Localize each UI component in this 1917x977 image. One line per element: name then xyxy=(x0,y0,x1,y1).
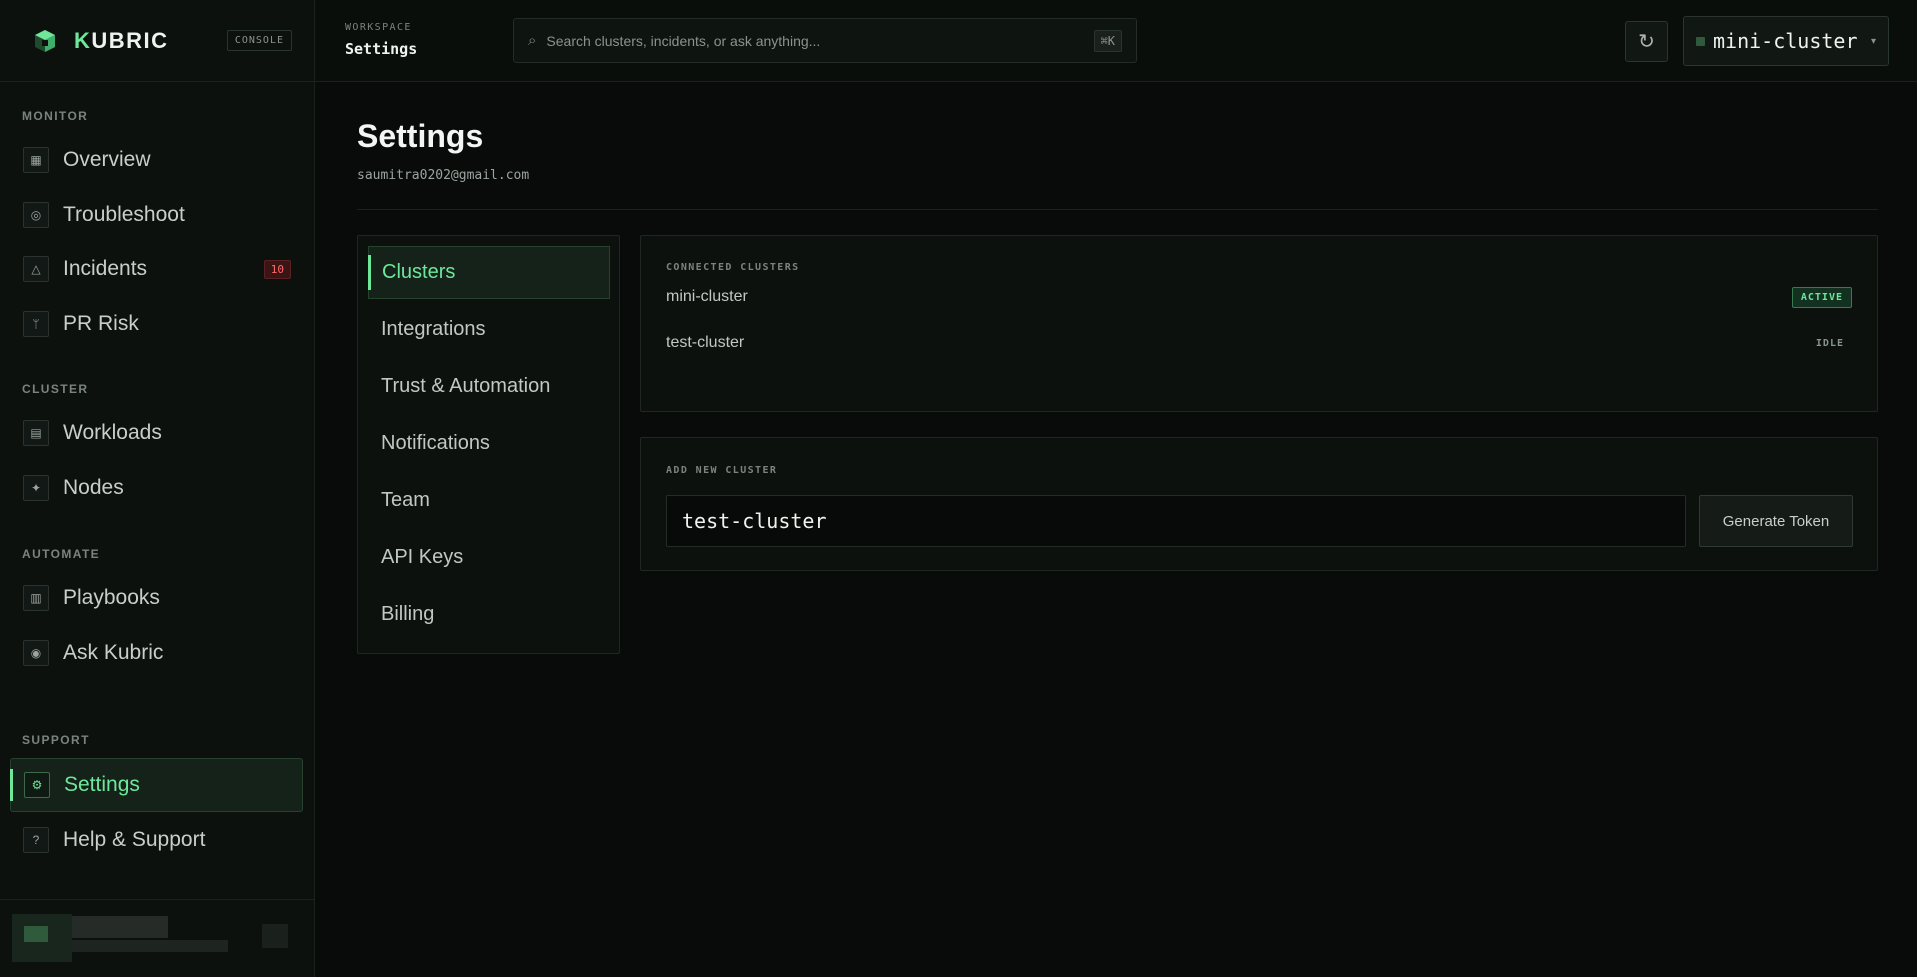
section-title-monitor: MONITOR xyxy=(22,109,89,123)
sparkle-icon: ✦ xyxy=(23,475,49,501)
sidebar: KUBRIC CONSOLE MONITOR ▦ Overview ◎ Trou… xyxy=(0,0,315,977)
sidebar-item-ask-kubric[interactable]: ◉ Ask Kubric xyxy=(10,626,303,680)
console-badge: CONSOLE xyxy=(226,30,292,51)
gear-icon: ⚙ xyxy=(24,772,50,798)
tab-billing[interactable]: Billing xyxy=(368,588,610,641)
avatar-pixel xyxy=(24,926,48,942)
sidebar-item-troubleshoot[interactable]: ◎ Troubleshoot xyxy=(10,188,303,242)
tab-team[interactable]: Team xyxy=(368,474,610,527)
search-icon: ⌕ xyxy=(528,32,537,49)
sidebar-item-label: Help & Support xyxy=(63,828,206,851)
selected-cluster-name: mini-cluster xyxy=(1713,29,1858,53)
sidebar-item-settings[interactable]: ⚙ Settings xyxy=(10,758,303,812)
sidebar-item-label: PR Risk xyxy=(63,312,139,335)
generate-token-button[interactable]: Generate Token xyxy=(1699,495,1853,547)
search-shortcut-hint: ⌘K xyxy=(1093,29,1122,52)
add-cluster-label: ADD NEW CLUSTER xyxy=(666,465,778,476)
sidebar-item-incidents[interactable]: △ Incidents 10 xyxy=(10,242,303,296)
sidebar-item-nodes[interactable]: ✦ Nodes xyxy=(10,461,303,515)
section-title-support: SUPPORT xyxy=(22,733,90,747)
grid-icon: ▦ xyxy=(23,147,49,173)
cluster-name-input[interactable] xyxy=(666,495,1686,547)
chevron-down-icon: ▾ xyxy=(1870,35,1876,47)
cluster-selector[interactable]: mini-cluster ▾ xyxy=(1683,16,1889,66)
tab-notifications[interactable]: Notifications xyxy=(368,417,610,470)
workspace-label: WORKSPACE xyxy=(345,22,412,33)
connected-clusters-label: CONNECTED CLUSTERS xyxy=(666,262,800,273)
cluster-row[interactable]: mini-cluster ACTIVE xyxy=(666,282,1852,312)
kubric-logo-icon xyxy=(35,29,55,52)
branch-icon: ᛘ xyxy=(23,311,49,337)
sidebar-item-overview[interactable]: ▦ Overview xyxy=(10,133,303,187)
sidebar-item-label: Overview xyxy=(63,148,151,171)
sidebar-item-label: Ask Kubric xyxy=(63,641,164,664)
sidebar-item-help-support[interactable]: ? Help & Support xyxy=(10,813,303,867)
brand-name: KUBRIC xyxy=(74,27,169,53)
question-icon: ? xyxy=(23,827,49,853)
header-divider xyxy=(357,209,1878,210)
incidents-count-badge: 10 xyxy=(263,259,291,279)
book-icon: ▥ xyxy=(23,585,49,611)
sidebar-item-label: Settings xyxy=(64,773,140,796)
cluster-row[interactable]: test-cluster IDLE xyxy=(666,328,1852,358)
user-name-blurred xyxy=(72,916,168,938)
account-email: saumitra0202@gmail.com xyxy=(357,168,530,183)
connected-clusters-panel: CONNECTED CLUSTERS mini-cluster ACTIVE t… xyxy=(640,235,1878,412)
refresh-button[interactable]: ↻ xyxy=(1625,21,1668,62)
tab-integrations[interactable]: Integrations xyxy=(368,303,610,356)
user-email-blurred xyxy=(72,940,228,952)
tab-clusters[interactable]: Clusters xyxy=(368,246,610,299)
chat-dot-icon: ◉ xyxy=(23,640,49,666)
brand-row: KUBRIC CONSOLE xyxy=(0,0,314,82)
sidebar-item-label: Nodes xyxy=(63,476,124,499)
refresh-icon: ↻ xyxy=(1638,31,1655,53)
sidebar-item-label: Playbooks xyxy=(63,586,160,609)
sidebar-item-label: Incidents xyxy=(63,257,148,280)
sidebar-item-pr-risk[interactable]: ᛘ PR Risk xyxy=(10,297,303,351)
top-bar: WORKSPACE Settings ⌕ ⌘K ↻ mini-cluster ▾ xyxy=(315,0,1917,82)
add-cluster-panel: ADD NEW CLUSTER Generate Token xyxy=(640,437,1878,571)
workspace-title: Settings xyxy=(345,40,418,58)
status-badge: IDLE xyxy=(1815,337,1844,349)
list-icon: ▤ xyxy=(23,420,49,446)
warning-triangle-icon: △ xyxy=(23,256,49,282)
sidebar-item-label: Workloads xyxy=(63,421,162,444)
sidebar-item-workloads[interactable]: ▤ Workloads xyxy=(10,406,303,460)
tab-api-keys[interactable]: API Keys xyxy=(368,531,610,584)
tab-trust-automation[interactable]: Trust & Automation xyxy=(368,360,610,413)
settings-subnav: Clusters Integrations Trust & Automation… xyxy=(357,235,620,654)
page-title: Settings xyxy=(357,118,484,154)
sidebar-item-playbooks[interactable]: ▥ Playbooks xyxy=(10,571,303,625)
section-title-automate: AUTOMATE xyxy=(22,547,101,561)
search-input[interactable] xyxy=(546,32,1094,49)
user-menu-blurred xyxy=(262,924,288,948)
cluster-name: mini-cluster xyxy=(666,288,748,305)
target-icon: ◎ xyxy=(23,202,49,228)
sidebar-item-label: Troubleshoot xyxy=(63,203,185,226)
section-title-cluster: CLUSTER xyxy=(22,382,89,396)
global-search[interactable]: ⌕ ⌘K xyxy=(513,18,1137,63)
cluster-status-dot xyxy=(1696,36,1705,46)
user-profile-footer[interactable] xyxy=(0,899,315,977)
cluster-name: test-cluster xyxy=(666,334,745,351)
status-badge: ACTIVE xyxy=(1791,286,1852,308)
